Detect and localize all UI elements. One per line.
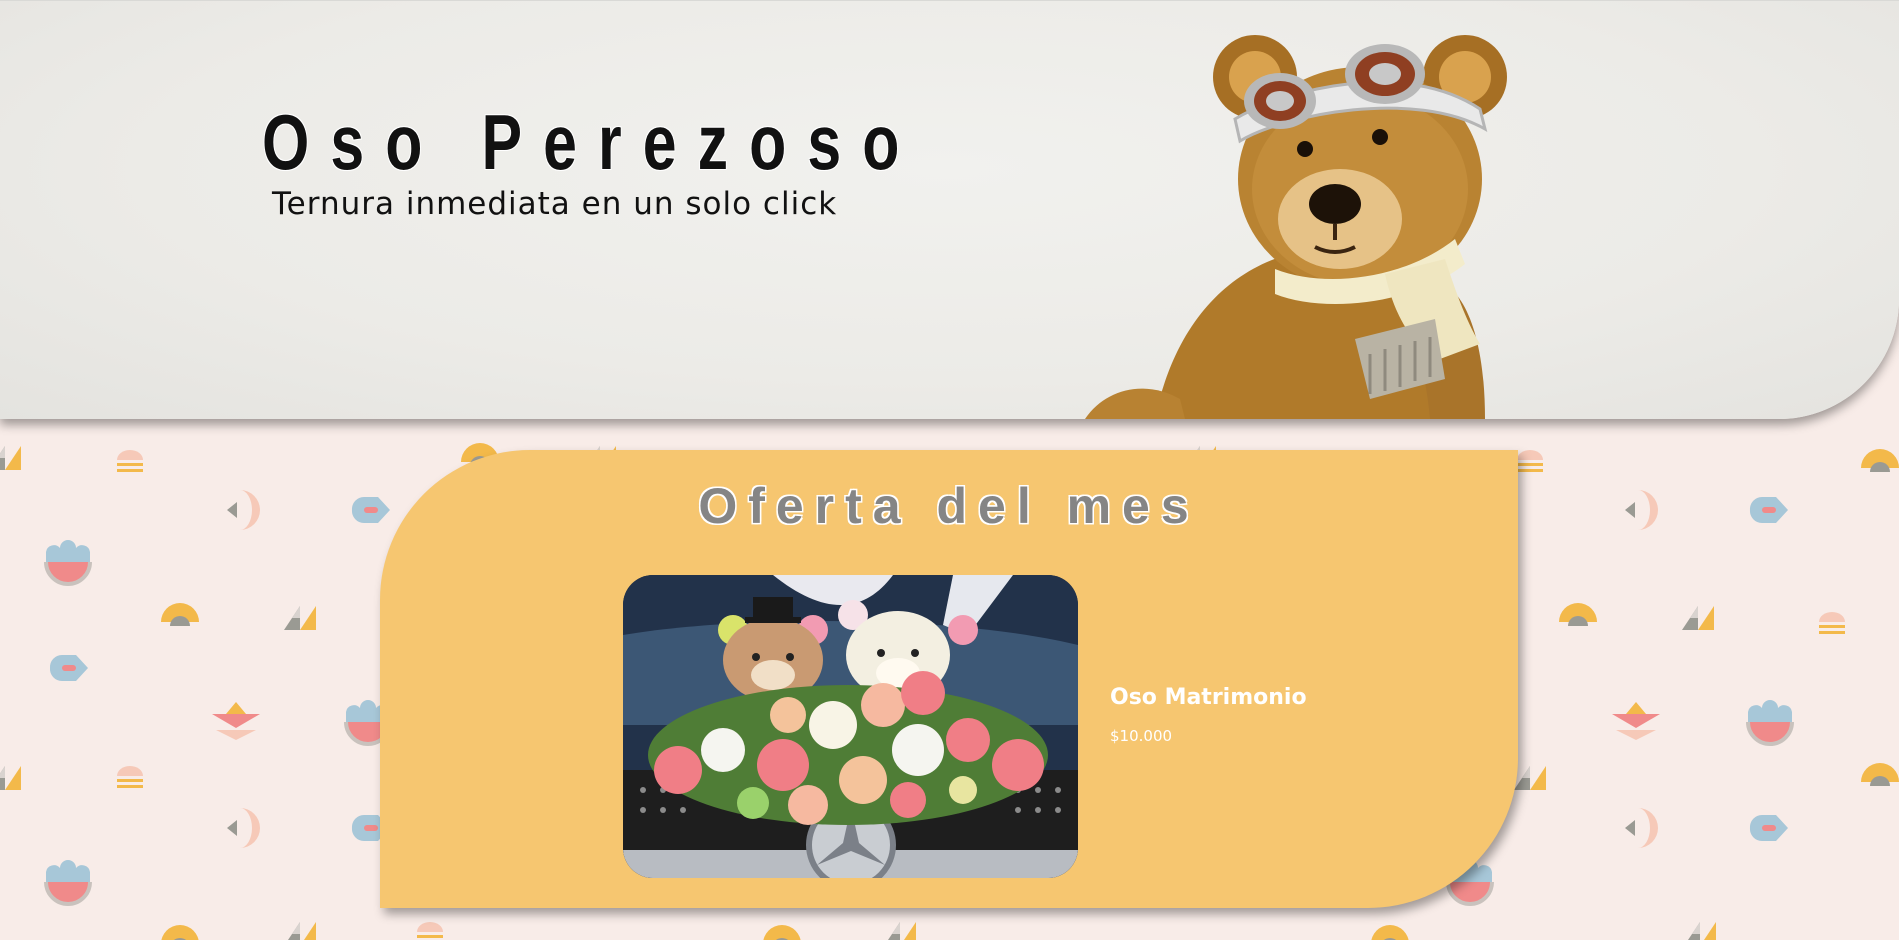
aviator-teddy-bear-image xyxy=(1085,35,1507,419)
brand-tagline: Ternura inmediata en un solo click xyxy=(272,186,838,222)
brand-title: Oso Perezoso xyxy=(262,98,921,186)
wedding-teddy-bears-image[interactable] xyxy=(623,575,1078,878)
product-name[interactable]: Oso Matrimonio xyxy=(1110,684,1307,712)
hero-banner: Oso Perezoso Ternura inmediata en un sol… xyxy=(0,0,1899,419)
offer-of-the-month-card: Oferta del mes Oso Matrimonio $10.000 xyxy=(380,450,1518,908)
product-price: $10.000 xyxy=(1110,727,1173,745)
offer-heading: Oferta del mes xyxy=(698,478,1200,534)
